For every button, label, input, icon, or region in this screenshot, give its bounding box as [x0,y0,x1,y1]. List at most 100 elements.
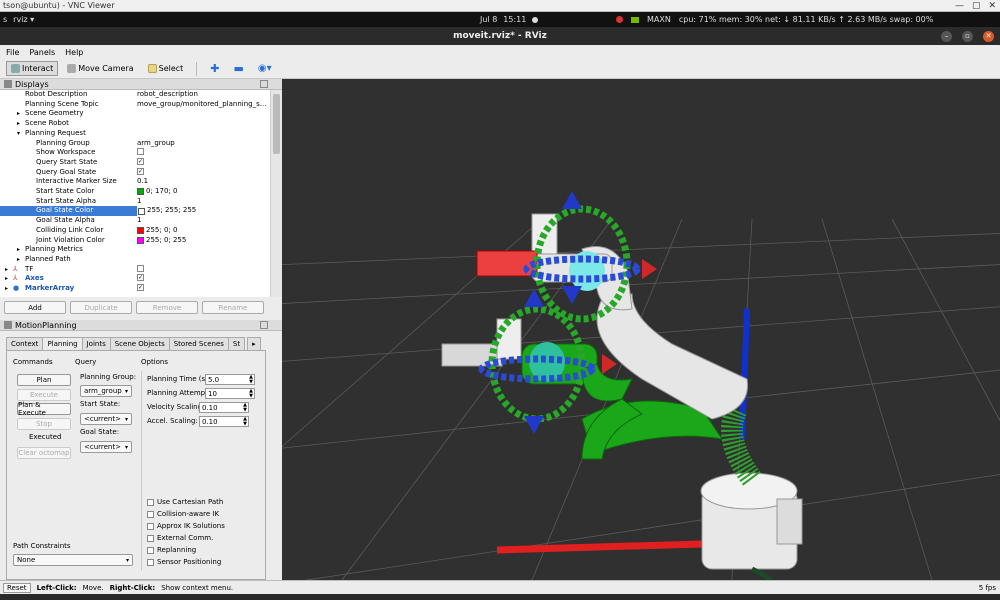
violation-color-swatch[interactable] [137,236,144,244]
start-color-swatch[interactable] [137,188,144,196]
tree-row[interactable]: Show Workspace [0,148,270,158]
clock[interactable]: 15:11 [503,15,526,24]
displays-scrollbar[interactable] [270,90,282,297]
rename-button[interactable]: Rename [202,301,264,314]
expand-arrow-icon[interactable]: ▸ [5,274,8,284]
show-workspace-checkbox[interactable] [137,148,144,156]
tree-row[interactable]: ▸ ⅄ TF [0,264,270,275]
window-minimize-icon[interactable]: – [941,30,952,42]
execute-button[interactable]: Execute [17,389,71,401]
tab-planning[interactable]: Planning [42,337,83,350]
spin-arrows-icon[interactable]: ▲ ▼ [249,374,253,385]
panel-close-icon[interactable] [260,321,268,329]
plan-button[interactable]: Plan [17,374,71,386]
tf-checkbox[interactable] [137,264,144,272]
tab-stored-states[interactable]: St [227,337,246,350]
clear-octomap-button[interactable]: Clear octomap [17,447,71,459]
expand-arrow-icon[interactable]: ▸ [17,119,20,129]
expand-arrow-icon[interactable]: ▸ [17,109,20,119]
start-state-select[interactable]: <current> ▾ [80,413,132,425]
close-icon[interactable]: ✕ [988,1,996,11]
app-menu[interactable]: rviz ▾ [13,15,34,24]
displays-tree[interactable]: Robot Description robot_description Plann… [0,90,270,297]
maximize-icon[interactable]: ▢ [972,1,981,11]
checkbox[interactable] [147,558,154,566]
collision-aware-ik-option[interactable]: Collision-aware IK [147,510,219,518]
checkbox[interactable] [147,546,154,554]
tree-row[interactable]: Colliding Link Color 255; 0; 0 [0,226,270,236]
power-mode[interactable]: MAXN [647,15,671,24]
menu-panels[interactable]: Panels [29,48,55,57]
tree-row[interactable]: Joint Violation Color 255; 0; 255 [0,236,270,246]
query-start-state-checkbox[interactable]: ✓ [137,157,144,165]
remove-button[interactable]: Remove [136,301,198,314]
plan-execute-button[interactable]: Plan & Execute [17,401,71,417]
stop-button[interactable]: Stop [17,418,71,430]
view-tool-button[interactable]: ◉▾ [253,60,277,77]
3d-viewport[interactable] [282,79,1000,580]
expand-arrow-icon[interactable]: ▸ [5,265,8,275]
planning-attempts-spinbox[interactable]: 10 ▲ ▼ [205,388,255,399]
tab-context[interactable]: Context [6,337,44,350]
external-comm-option[interactable]: External Comm. [147,534,213,542]
tab-scroll-right-icon[interactable]: ▸ [247,337,261,350]
remove-tool-button[interactable]: ▬ [229,59,249,78]
checkbox[interactable] [147,498,154,506]
window-close-icon[interactable]: ✕ [983,30,994,42]
minimize-icon[interactable]: — [955,1,964,11]
tree-row[interactable]: Query Goal State ✓ [0,167,270,178]
tree-row[interactable]: ▾ Planning Request [0,129,270,139]
tree-row[interactable]: Interactive Marker Size 0.1 [0,177,270,187]
activities-icon[interactable]: s [3,15,7,24]
tab-scene-objects[interactable]: Scene Objects [109,337,170,350]
move-camera-tool-button[interactable]: Move Camera [62,61,138,76]
tree-row[interactable]: Start State Color 0; 170; 0 [0,187,270,197]
velocity-scaling-spinbox[interactable]: 0.10 ▲ ▼ [199,402,249,413]
tree-row[interactable]: ▸ ⅄ Axes ✓ [0,274,270,284]
tree-row[interactable]: Robot Description robot_description [0,90,270,100]
tree-row-selected[interactable]: Goal State Color 255; 255; 255 [0,206,270,217]
tab-joints[interactable]: Joints [81,337,111,350]
checkbox[interactable] [147,510,154,518]
replanning-option[interactable]: Replanning [147,546,196,554]
tab-stored-scenes[interactable]: Stored Scenes [168,337,229,350]
tree-row[interactable]: Planning Group arm_group [0,139,270,149]
path-constraints-select[interactable]: None ▾ [13,554,133,566]
checkbox[interactable] [147,522,154,530]
reset-button[interactable]: Reset [3,582,31,593]
stop-icon[interactable] [616,16,623,23]
date[interactable]: Jul 8 [480,15,497,24]
collapse-arrow-icon[interactable]: ▾ [17,129,20,139]
expand-arrow-icon[interactable]: ▸ [17,255,20,265]
select-tool-button[interactable]: Select [143,61,189,76]
tree-row[interactable]: Query Start State ✓ [0,157,270,168]
tree-row[interactable]: Start State Alpha 1 [0,197,270,207]
tree-row[interactable]: ▸ ● MarkerArray ✓ [0,284,270,294]
tree-row[interactable]: Goal State Alpha 1 [0,216,270,226]
menu-file[interactable]: File [6,48,19,57]
goal-color-swatch[interactable] [138,207,145,215]
planning-time-spinbox[interactable]: 5.0 ▲ ▼ [205,374,255,385]
approx-ik-option[interactable]: Approx IK Solutions [147,522,225,530]
menu-help[interactable]: Help [65,48,83,57]
sensor-positioning-option[interactable]: Sensor Positioning [147,558,221,566]
colliding-color-swatch[interactable] [137,227,144,235]
scene-render[interactable] [282,79,1000,580]
window-maximize-icon[interactable]: ▫ [962,30,973,42]
cartesian-path-option[interactable]: Use Cartesian Path [147,498,223,506]
tree-row[interactable]: Planning Scene Topic move_group/monitored… [0,100,270,110]
planning-group-select[interactable]: arm_group ▾ [80,385,132,397]
add-button[interactable]: Add [4,301,66,314]
panel-close-icon[interactable] [260,80,268,88]
scroll-thumb[interactable] [273,94,280,154]
query-goal-state-checkbox[interactable]: ✓ [137,167,144,175]
tree-row[interactable]: ▸ Scene Robot [0,119,270,129]
spin-arrows-icon[interactable]: ▲ ▼ [249,388,253,399]
tree-row[interactable]: ▸ Planned Path [0,255,270,265]
spin-arrows-icon[interactable]: ▲ ▼ [243,416,247,427]
interact-tool-button[interactable]: Interact [6,61,59,76]
tree-row[interactable]: ▸ Scene Geometry [0,109,270,119]
expand-arrow-icon[interactable]: ▸ [17,245,20,255]
markerarray-checkbox[interactable]: ✓ [137,284,144,291]
goal-state-select[interactable]: <current> ▾ [80,441,132,453]
